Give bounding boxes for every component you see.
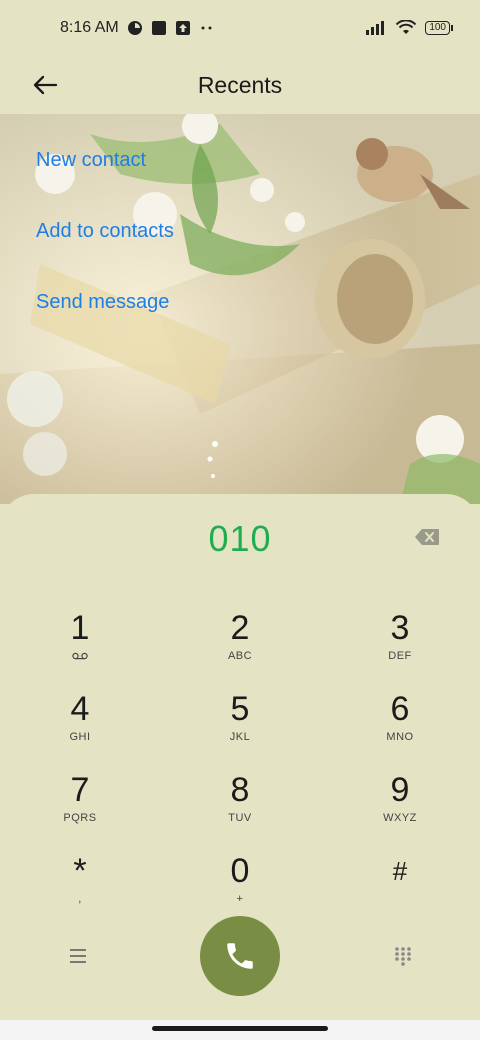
more-dots-icon: [201, 26, 212, 30]
key-8[interactable]: 8 TUV: [180, 770, 300, 842]
key-digit: 7: [70, 771, 90, 809]
key-digit: 3: [390, 609, 410, 647]
add-to-contacts-link[interactable]: Add to contacts: [36, 217, 174, 288]
status-bar: 8:16 AM 100: [0, 0, 480, 56]
call-button[interactable]: [200, 916, 280, 996]
key-2[interactable]: 2 ABC: [180, 608, 300, 680]
key-digit: *: [73, 852, 87, 890]
wifi-icon: [396, 20, 417, 34]
key-letters: MNO: [386, 731, 414, 743]
key-0[interactable]: 0 +: [180, 851, 300, 923]
menu-icon[interactable]: [68, 947, 88, 965]
back-button[interactable]: [28, 68, 62, 102]
upload-notification-icon: [175, 21, 190, 35]
key-digit: 8: [230, 771, 250, 809]
home-indicator[interactable]: [152, 1026, 328, 1031]
key-digit: 9: [390, 771, 410, 809]
key-digit: 6: [390, 690, 410, 728]
key-letters: PQRS: [63, 812, 97, 824]
key-4[interactable]: 4 GHI: [20, 689, 140, 761]
status-time: 8:16 AM: [60, 19, 119, 36]
app-header: Recents: [0, 56, 480, 114]
key-5[interactable]: 5 JKL: [180, 689, 300, 761]
key-letters: GHI: [69, 731, 91, 743]
dialer-actions: [0, 916, 480, 996]
key-letters: ABC: [227, 650, 253, 662]
notification-app-icon: [127, 21, 142, 35]
key-1[interactable]: 1: [20, 608, 140, 680]
arrow-left-icon: [33, 75, 58, 95]
page-title: Recents: [197, 71, 283, 98]
key-3[interactable]: 3 DEF: [340, 608, 460, 680]
key-digit: 4: [70, 690, 90, 728]
send-message-link[interactable]: Send message: [36, 288, 174, 359]
key-letters: WXYZ: [383, 812, 417, 824]
key-6[interactable]: 6 MNO: [340, 689, 460, 761]
key-digit: 1: [70, 609, 90, 647]
key-letters: JKL: [229, 731, 251, 743]
key-7[interactable]: 7 PQRS: [20, 770, 140, 842]
backspace-icon[interactable]: [414, 528, 440, 546]
square-notification-icon: [151, 21, 166, 35]
key-9[interactable]: 9 WXYZ: [340, 770, 460, 842]
battery-icon: 100: [425, 21, 453, 35]
key-hash[interactable]: #: [340, 851, 460, 923]
new-contact-link[interactable]: New contact: [36, 146, 174, 217]
voicemail-icon: [72, 652, 88, 660]
key-star[interactable]: * ,: [20, 851, 140, 923]
dialpad-icon[interactable]: [394, 946, 412, 966]
key-letters: TUV: [228, 812, 252, 824]
key-digit: 2: [230, 609, 250, 647]
quick-actions: New contact Add to contacts Send message: [36, 146, 174, 359]
key-digit: 0: [230, 852, 250, 890]
key-letters: +: [236, 893, 244, 905]
key-letters: ,: [78, 893, 82, 905]
key-digit: 5: [230, 690, 250, 728]
key-digit: #: [392, 856, 408, 886]
dialed-number: 010: [208, 518, 272, 559]
signal-icon: [366, 21, 385, 35]
key-letters: DEF: [388, 650, 412, 662]
phone-icon: [227, 943, 253, 969]
